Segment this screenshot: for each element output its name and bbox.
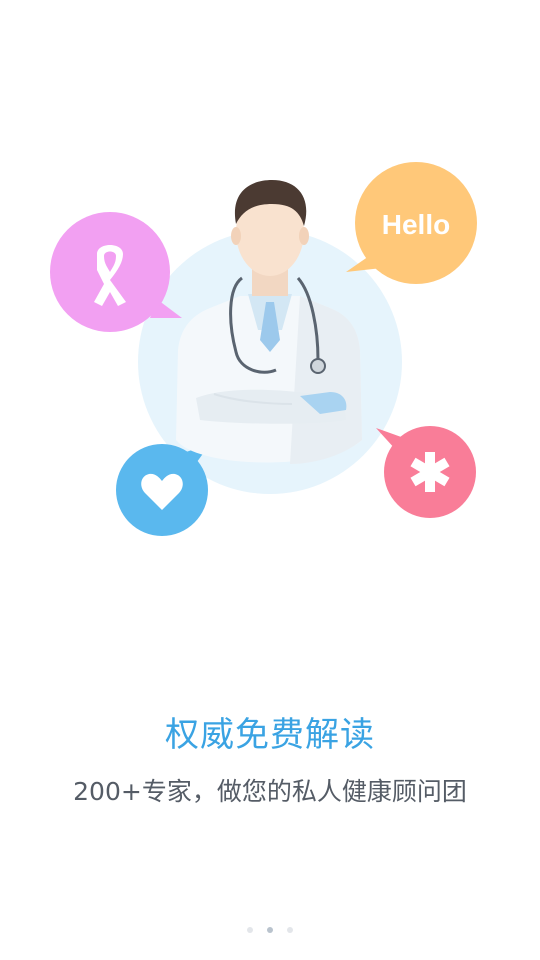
doctor-illustration: Hello	[50, 162, 477, 536]
hello-bubble: Hello	[346, 162, 477, 284]
heart-bubble	[116, 444, 210, 536]
doctor-figure	[176, 180, 362, 464]
hello-text: Hello	[382, 209, 450, 240]
asterisk-bubble	[376, 426, 476, 518]
onboarding-title: 权威免费解读	[165, 715, 375, 755]
page-dot-1[interactable]	[247, 927, 253, 933]
page-indicator	[0, 927, 540, 933]
page-dot-3[interactable]	[287, 927, 293, 933]
ribbon-bubble	[50, 212, 182, 332]
onboarding-subtitle: 200+专家，做您的私人健康顾问团	[73, 777, 467, 806]
page-dot-2[interactable]	[267, 927, 273, 933]
